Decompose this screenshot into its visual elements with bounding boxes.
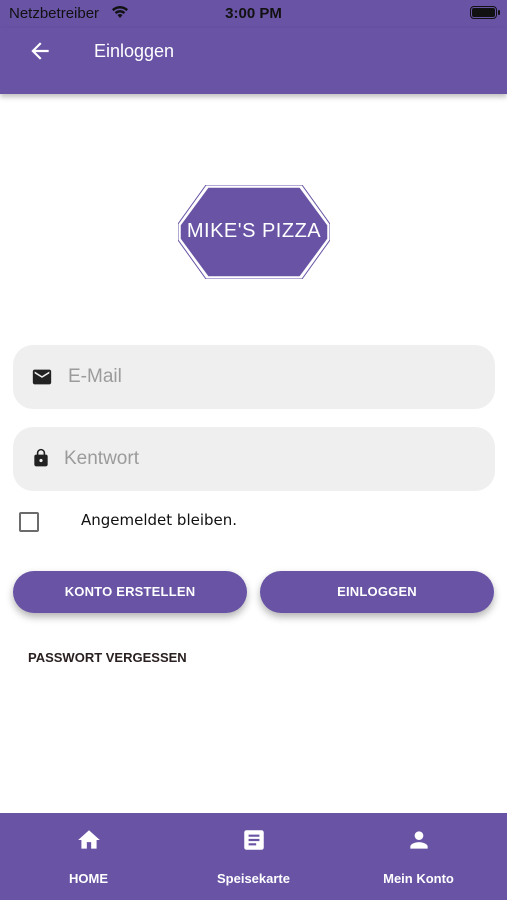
app-bar: Einloggen bbox=[0, 28, 507, 94]
create-account-button[interactable]: KONTO ERSTELLEN bbox=[13, 571, 247, 613]
bottom-navigation: HOME Speisekarte Mein Konto bbox=[0, 813, 507, 900]
arrow-back-icon[interactable] bbox=[27, 38, 53, 64]
password-input[interactable] bbox=[64, 439, 464, 479]
forgot-password-link[interactable]: PASSWORT VERGESSEN bbox=[28, 650, 187, 665]
logo-text: MIKE'S PIZZA bbox=[186, 220, 322, 242]
nav-label-mein-konto: Mein Konto bbox=[383, 871, 454, 886]
nav-item-mein-konto[interactable]: Mein Konto bbox=[334, 813, 503, 900]
mail-icon bbox=[31, 366, 52, 386]
mikes-pizza-logo: MIKE'S PIZZA bbox=[178, 185, 330, 279]
page-title: Einloggen bbox=[94, 41, 175, 61]
home-icon bbox=[76, 827, 102, 853]
email-input[interactable] bbox=[68, 357, 468, 397]
nav-label-speisekarte: Speisekarte bbox=[217, 871, 290, 886]
nav-item-speisekarte[interactable]: Speisekarte bbox=[169, 813, 338, 900]
nav-label-home: HOME bbox=[69, 871, 108, 886]
menu-card-icon bbox=[241, 827, 267, 853]
remember-me-checkbox[interactable] bbox=[19, 512, 39, 532]
status-bar: Netzbetreiber 3:00 PM bbox=[0, 0, 507, 28]
password-field[interactable] bbox=[13, 427, 495, 491]
lock-icon bbox=[31, 448, 51, 468]
login-button[interactable]: EINLOGGEN bbox=[260, 571, 494, 613]
remember-me-label: Angemeldet bleiben. bbox=[81, 511, 238, 529]
email-field[interactable] bbox=[13, 345, 495, 409]
person-icon bbox=[406, 827, 432, 853]
battery-icon bbox=[470, 6, 500, 19]
nav-item-home[interactable]: HOME bbox=[4, 813, 173, 900]
clock: 3:00 PM bbox=[225, 5, 282, 22]
